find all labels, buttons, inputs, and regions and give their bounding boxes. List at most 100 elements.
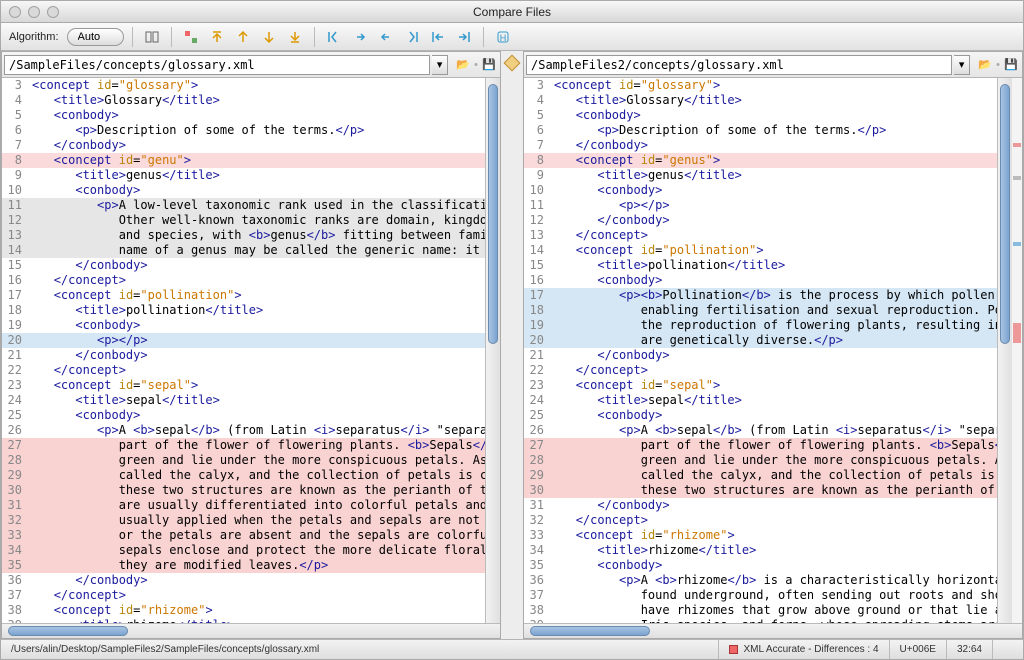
code-line[interactable]: 27 part of the flower of flowering plant… xyxy=(2,438,485,453)
code-line[interactable]: 28 green and lie under the more conspicu… xyxy=(2,453,485,468)
code-line[interactable]: 4 <title>Glossary</title> xyxy=(2,93,485,108)
right-h-scrollbar[interactable] xyxy=(524,623,1022,638)
diff-overview[interactable] xyxy=(1012,78,1022,623)
code-line[interactable]: 6 <p>Description of some of the terms.</… xyxy=(524,123,997,138)
copy-left-icon[interactable] xyxy=(375,26,397,48)
merge-right-icon[interactable] xyxy=(453,26,475,48)
code-line[interactable]: 25 <conbody> xyxy=(524,408,997,423)
code-line[interactable]: 7 </conbody> xyxy=(2,138,485,153)
code-line[interactable]: 20 are genetically diverse.</p> xyxy=(524,333,997,348)
code-line[interactable]: 22 </concept> xyxy=(524,363,997,378)
algorithm-select[interactable]: Auto xyxy=(67,28,124,46)
left-code-area[interactable]: 3<concept id="glossary">4 <title>Glossar… xyxy=(2,78,485,623)
code-line[interactable]: 12 </conbody> xyxy=(524,213,997,228)
code-line[interactable]: 8 <concept id="genus"> xyxy=(524,153,997,168)
code-line[interactable]: 32 usually applied when the petals and s… xyxy=(2,513,485,528)
code-line[interactable]: 38 have rhizomes that grow above ground … xyxy=(524,603,997,618)
code-line[interactable]: 14 <concept id="pollination"> xyxy=(524,243,997,258)
arrow-down-last-icon[interactable] xyxy=(284,26,306,48)
code-line[interactable]: 37 found underground, often sending out … xyxy=(524,588,997,603)
code-line[interactable]: 23 <concept id="sepal"> xyxy=(524,378,997,393)
code-line[interactable]: 18 enabling fertilisation and sexual rep… xyxy=(524,303,997,318)
code-line[interactable]: 9 <title>genus</title> xyxy=(524,168,997,183)
arrow-down-icon[interactable] xyxy=(258,26,280,48)
code-line[interactable]: 33 <concept id="rhizome"> xyxy=(524,528,997,543)
code-line[interactable]: 36 <p>A <b>rhizome</b> is a characterist… xyxy=(524,573,997,588)
code-line[interactable]: 13 </concept> xyxy=(524,228,997,243)
code-line[interactable]: 35 they are modified leaves.</p> xyxy=(2,558,485,573)
code-line[interactable]: 17 <p><b>Pollination</b> is the process … xyxy=(524,288,997,303)
code-line[interactable]: 8 <concept id="genu"> xyxy=(2,153,485,168)
right-code-area[interactable]: 3<concept id="glossary">4 <title>Glossar… xyxy=(524,78,997,623)
code-line[interactable]: 38 <concept id="rhizome"> xyxy=(2,603,485,618)
code-line[interactable]: 28 green and lie under the more conspicu… xyxy=(524,453,997,468)
code-line[interactable]: 34 sepals enclose and protect the more d… xyxy=(2,543,485,558)
code-line[interactable]: 24 <title>sepal</title> xyxy=(2,393,485,408)
code-line[interactable]: 5 <conbody> xyxy=(524,108,997,123)
save-icon[interactable]: 💾 xyxy=(1002,56,1020,74)
code-line[interactable]: 5 <conbody> xyxy=(2,108,485,123)
code-line[interactable]: 27 part of the flower of flowering plant… xyxy=(524,438,997,453)
code-line[interactable]: 13 and species, with <b>genus</b> fittin… xyxy=(2,228,485,243)
dropdown-icon[interactable]: ▾ xyxy=(954,55,970,75)
code-line[interactable]: 14 name of a genus may be called the gen… xyxy=(2,243,485,258)
code-line[interactable]: 29 called the calyx, and the collection … xyxy=(524,468,997,483)
code-line[interactable]: 10 <conbody> xyxy=(524,183,997,198)
code-line[interactable]: 10 <conbody> xyxy=(2,183,485,198)
arrow-up-first-icon[interactable] xyxy=(206,26,228,48)
code-line[interactable]: 37 </concept> xyxy=(2,588,485,603)
code-line[interactable]: 24 <title>sepal</title> xyxy=(524,393,997,408)
code-line[interactable]: 21 </conbody> xyxy=(524,348,997,363)
code-line[interactable]: 30 these two structures are known as the… xyxy=(2,483,485,498)
open-folder-icon[interactable]: 📂 xyxy=(976,56,994,74)
code-line[interactable]: 22 </concept> xyxy=(2,363,485,378)
resize-grip[interactable] xyxy=(993,640,1023,659)
code-line[interactable]: 11 <p>A low-level taxonomic rank used in… xyxy=(2,198,485,213)
code-line[interactable]: 26 <p>A <b>sepal</b> (from Latin <i>sepa… xyxy=(524,423,997,438)
code-line[interactable]: 16 <conbody> xyxy=(524,273,997,288)
code-line[interactable]: 4 <title>Glossary</title> xyxy=(524,93,997,108)
sync-diamond-icon[interactable] xyxy=(504,55,521,72)
history-icon[interactable]: H xyxy=(492,26,514,48)
code-line[interactable]: 31 are usually differentiated into color… xyxy=(2,498,485,513)
code-line[interactable]: 20 <p></p> xyxy=(2,333,485,348)
code-line[interactable]: 33 or the petals are absent and the sepa… xyxy=(2,528,485,543)
copy-right-icon[interactable] xyxy=(349,26,371,48)
code-line[interactable]: 19 the reproduction of flowering plants,… xyxy=(524,318,997,333)
compare-icon[interactable] xyxy=(141,26,163,48)
diff-block-icon[interactable] xyxy=(180,26,202,48)
right-path-field[interactable]: /SampleFiles2/concepts/glossary.xml xyxy=(526,55,952,75)
code-line[interactable]: 31 </conbody> xyxy=(524,498,997,513)
code-line[interactable]: 17 <concept id="pollination"> xyxy=(2,288,485,303)
code-line[interactable]: 12 Other well-known taxonomic ranks are … xyxy=(2,213,485,228)
save-icon[interactable]: 💾 xyxy=(480,56,498,74)
code-line[interactable]: 3<concept id="glossary"> xyxy=(524,78,997,93)
left-h-scrollbar[interactable] xyxy=(2,623,500,638)
code-line[interactable]: 9 <title>genus</title> xyxy=(2,168,485,183)
arrow-up-icon[interactable] xyxy=(232,26,254,48)
code-line[interactable]: 15 <title>pollination</title> xyxy=(524,258,997,273)
code-line[interactable]: 6 <p>Description of some of the terms.</… xyxy=(2,123,485,138)
code-line[interactable]: 21 </conbody> xyxy=(2,348,485,363)
code-line[interactable]: 7 </conbody> xyxy=(524,138,997,153)
code-line[interactable]: 26 <p>A <b>sepal</b> (from Latin <i>sepa… xyxy=(2,423,485,438)
code-line[interactable]: 35 <conbody> xyxy=(524,558,997,573)
code-line[interactable]: 29 called the calyx, and the collection … xyxy=(2,468,485,483)
code-line[interactable]: 25 <conbody> xyxy=(2,408,485,423)
copy-all-left-icon[interactable] xyxy=(323,26,345,48)
code-line[interactable]: 34 <title>rhizome</title> xyxy=(524,543,997,558)
code-line[interactable]: 11 <p></p> xyxy=(524,198,997,213)
copy-all-right-icon[interactable] xyxy=(401,26,423,48)
code-line[interactable]: 19 <conbody> xyxy=(2,318,485,333)
open-folder-icon[interactable]: 📂 xyxy=(454,56,472,74)
left-scrollbar[interactable] xyxy=(485,78,500,623)
left-path-field[interactable]: /SampleFiles/concepts/glossary.xml xyxy=(4,55,430,75)
code-line[interactable]: 18 <title>pollination</title> xyxy=(2,303,485,318)
code-line[interactable]: 15 </conbody> xyxy=(2,258,485,273)
code-line[interactable]: 16 </concept> xyxy=(2,273,485,288)
right-scrollbar[interactable] xyxy=(997,78,1012,623)
code-line[interactable]: 3<concept id="glossary"> xyxy=(2,78,485,93)
code-line[interactable]: 30 these two structures are known as the… xyxy=(524,483,997,498)
dropdown-icon[interactable]: ▾ xyxy=(432,55,448,75)
code-line[interactable]: 32 </concept> xyxy=(524,513,997,528)
